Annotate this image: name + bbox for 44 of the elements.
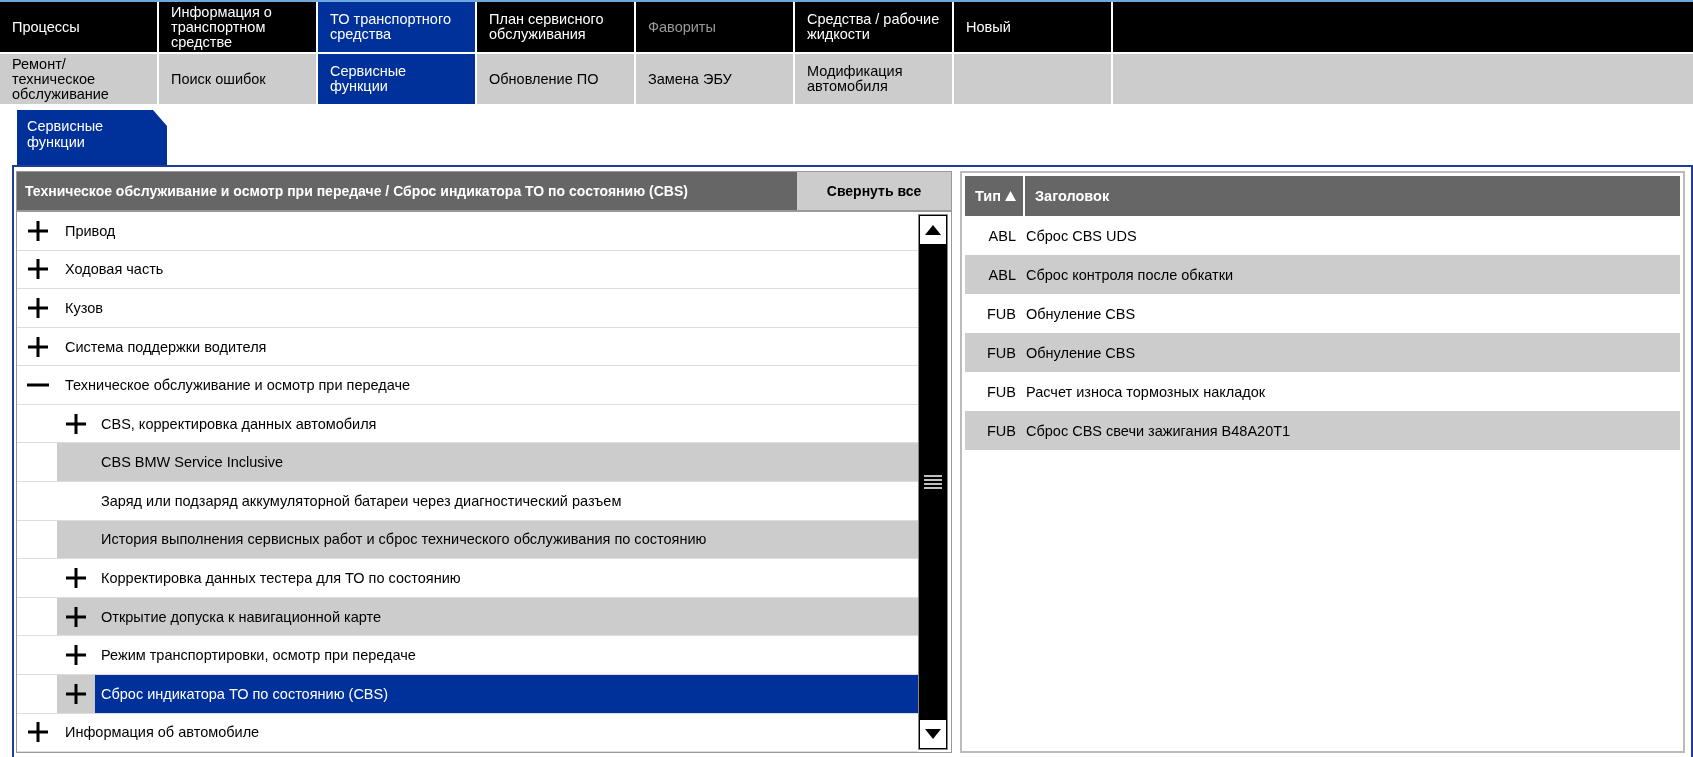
table-cell-text: FUB <box>986 421 1017 441</box>
collapse-all-button[interactable]: Свернуть все <box>797 172 951 210</box>
expand-icon[interactable] <box>65 605 87 628</box>
scroll-up-icon[interactable] <box>925 225 941 235</box>
sub-nav-tab[interactable]: Сервисные функции <box>318 54 475 104</box>
expand-icon[interactable] <box>27 335 49 358</box>
expand-icon[interactable] <box>65 644 87 667</box>
breadcrumb-title: Техническое обслуживание и осмотр при передаче / Сброс индикатора ТО по состоянию (CBS) <box>17 172 797 210</box>
table-cell-text: Обнуление CBS <box>1025 343 1137 363</box>
table-cell-text: FUB <box>986 304 1017 324</box>
table-cell-text: Сброс контроля после обкатки <box>1025 265 1235 285</box>
section-tab[interactable]: Сервисные функции <box>17 110 167 165</box>
table-cell-text: ABL <box>987 265 1017 285</box>
table-cell-text: Обнуление CBS <box>1025 304 1137 324</box>
table-cell-text: Сброс CBS UDS <box>1025 226 1138 246</box>
collapse-icon[interactable] <box>27 383 49 388</box>
scroll-grip-icon[interactable] <box>924 475 942 489</box>
main-nav-tab[interactable]: План сервисного обслуживания <box>477 2 634 52</box>
main-nav-tab[interactable]: ТО транспортного средства <box>318 2 475 52</box>
expand-icon[interactable] <box>27 258 49 281</box>
expand-icon[interactable] <box>27 721 49 744</box>
expand-icon[interactable] <box>65 567 87 589</box>
sub-nav-tab[interactable]: Замена ЭБУ <box>636 54 793 104</box>
table-cell-text: Расчет износа тормозных накладок <box>1025 382 1267 402</box>
sub-nav-tab[interactable]: Модификация автомобиля <box>795 54 952 104</box>
sub-nav-tab[interactable]: Поиск ошибок <box>159 54 316 104</box>
scrollbar[interactable] <box>918 214 948 750</box>
expand-icon[interactable] <box>65 682 87 705</box>
main-nav-tab[interactable]: Информация о транспортном средстве <box>159 2 316 52</box>
table-cell-text: FUB <box>986 343 1017 363</box>
scroll-down-icon[interactable] <box>925 729 941 739</box>
table-cell-text: ABL <box>987 226 1017 246</box>
expand-icon[interactable] <box>65 412 87 435</box>
column-header[interactable]: Тип <box>965 176 1023 216</box>
expand-icon[interactable] <box>27 219 49 242</box>
table-cell-text: FUB <box>986 382 1017 402</box>
main-nav-tab[interactable]: Процессы <box>0 2 157 52</box>
sub-nav-tab[interactable]: Обновление ПО <box>477 54 634 104</box>
expand-icon[interactable] <box>27 296 49 319</box>
sub-nav-tab[interactable]: Ремонт/ техническое обслуживание <box>0 54 157 104</box>
table-cell-text: Сброс CBS свечи зажигания B48A20T1 <box>1025 421 1292 441</box>
main-nav-tab[interactable]: Средства / рабочие жидкости <box>795 2 952 52</box>
sort-ascending-icon <box>1005 191 1016 201</box>
main-nav-tab[interactable]: Новый <box>954 2 1111 52</box>
